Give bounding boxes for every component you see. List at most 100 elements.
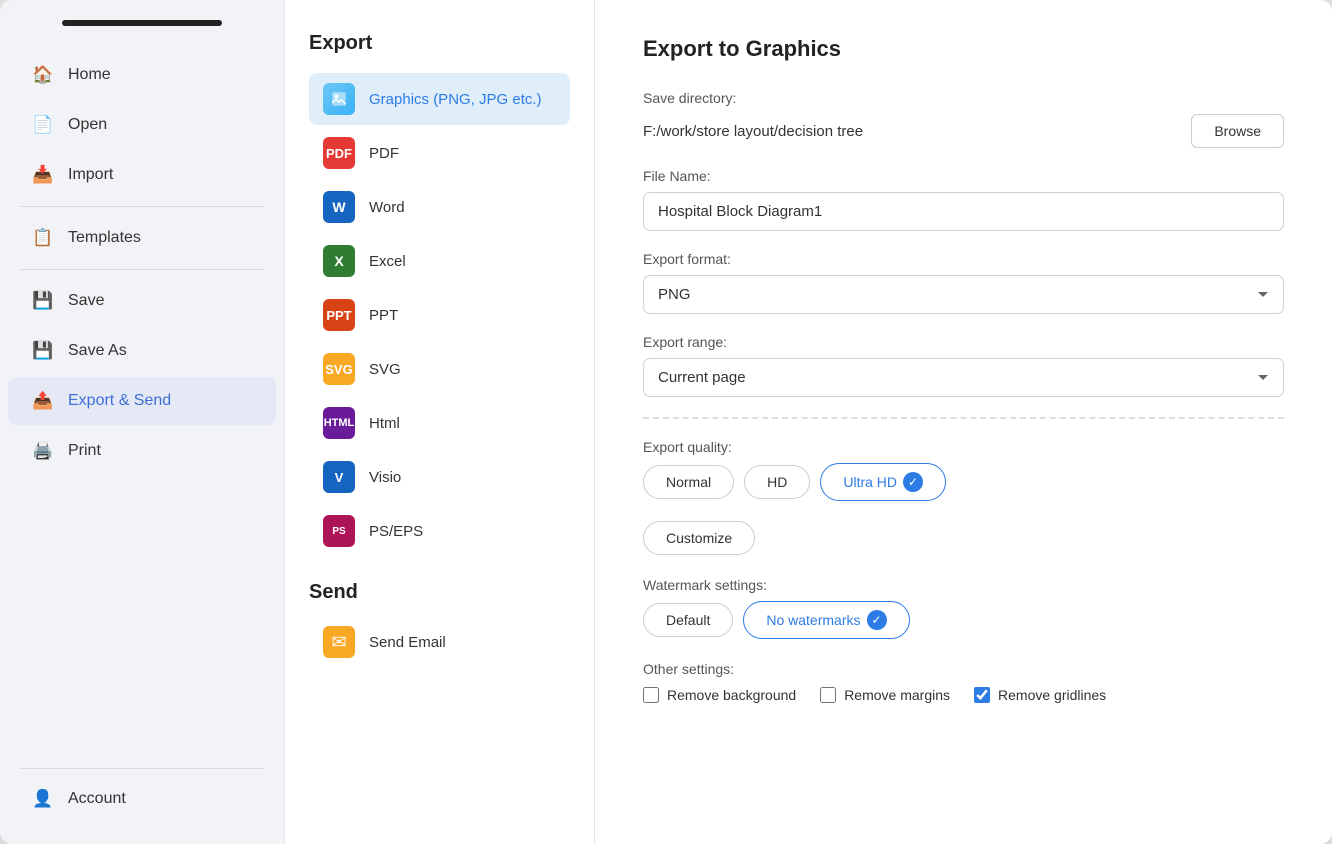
export-item-excel[interactable]: X Excel [309, 235, 570, 287]
remove-margins-label: Remove margins [844, 687, 950, 703]
watermark-none-button[interactable]: No watermarks ✓ [743, 601, 909, 639]
html-icon: HTML [323, 407, 355, 439]
sidebar-item-label: Templates [68, 229, 141, 247]
open-icon: 📄 [32, 114, 54, 136]
browse-button[interactable]: Browse [1191, 114, 1284, 148]
right-panel: Export to Graphics Save directory: F:/wo… [595, 0, 1332, 844]
export-range-select[interactable]: Current page All pages Selected pages [643, 358, 1284, 397]
quality-label: Ultra HD [843, 474, 897, 490]
remove-gridlines-checkbox[interactable] [974, 687, 990, 703]
export-item-html[interactable]: HTML Html [309, 397, 570, 449]
export-item-send-email[interactable]: ✉ Send Email [309, 616, 570, 668]
top-bar [62, 20, 222, 26]
sidebar-item-label: Import [68, 166, 113, 184]
remove-background-label: Remove background [667, 687, 796, 703]
export-item-label: PPT [369, 307, 398, 324]
customize-row: Customize [643, 511, 1284, 555]
email-icon: ✉ [323, 626, 355, 658]
sidebar-item-label: Account [68, 790, 126, 808]
account-icon: 👤 [32, 788, 54, 810]
sidebar-item-import[interactable]: 📥 Import [8, 151, 276, 199]
quality-label: HD [767, 474, 787, 490]
remove-gridlines-label: Remove gridlines [998, 687, 1106, 703]
sidebar-item-label: Print [68, 442, 101, 460]
remove-gridlines-item[interactable]: Remove gridlines [974, 687, 1106, 703]
watermark-label: Watermark settings: [643, 577, 1284, 593]
sidebar-item-label: Open [68, 116, 107, 134]
file-name-input[interactable] [643, 192, 1284, 231]
save-as-icon: 💾 [32, 340, 54, 362]
export-item-label: Visio [369, 469, 401, 486]
export-quality-label: Export quality: [643, 439, 1284, 455]
export-item-graphics[interactable]: Graphics (PNG, JPG etc.) [309, 73, 570, 125]
sidebar-item-account[interactable]: 👤 Account [8, 775, 276, 823]
watermark-default-button[interactable]: Default [643, 603, 733, 637]
remove-background-item[interactable]: Remove background [643, 687, 796, 703]
quality-options-row: Normal HD Ultra HD ✓ [643, 463, 1284, 501]
watermark-checkmark: ✓ [867, 610, 887, 630]
export-format-label: Export format: [643, 251, 1284, 267]
export-item-label: Graphics (PNG, JPG etc.) [369, 91, 542, 108]
export-item-svg[interactable]: SVG SVG [309, 343, 570, 395]
export-send-icon: 📤 [32, 390, 54, 412]
sidebar-item-export-send[interactable]: 📤 Export & Send [8, 377, 276, 425]
sidebar-item-print[interactable]: 🖨️ Print [8, 427, 276, 475]
export-item-label: PS/EPS [369, 523, 423, 540]
export-item-label: Word [369, 199, 405, 216]
sidebar-item-label: Export & Send [68, 392, 171, 410]
export-item-visio[interactable]: V Visio [309, 451, 570, 503]
export-item-pdf[interactable]: PDF PDF [309, 127, 570, 179]
pdf-icon: PDF [323, 137, 355, 169]
svg-icon: SVG [323, 353, 355, 385]
sidebar-item-label: Home [68, 66, 111, 84]
export-range-label: Export range: [643, 334, 1284, 350]
export-item-label: SVG [369, 361, 401, 378]
export-format-select[interactable]: PNG JPG BMP SVG TIFF [643, 275, 1284, 314]
remove-margins-checkbox[interactable] [820, 687, 836, 703]
quality-hd-button[interactable]: HD [744, 465, 810, 499]
export-item-label: PDF [369, 145, 399, 162]
sidebar-divider-2 [20, 269, 264, 270]
visio-icon: V [323, 461, 355, 493]
templates-icon: 📋 [32, 227, 54, 249]
sidebar: 🏠 Home 📄 Open 📥 Import 📋 Templates 💾 Sav… [0, 0, 285, 844]
export-section-title: Export [309, 32, 570, 55]
export-item-label: Html [369, 415, 400, 432]
customize-button[interactable]: Customize [643, 521, 755, 555]
quality-label: Normal [666, 474, 711, 490]
import-icon: 📥 [32, 164, 54, 186]
sidebar-item-save[interactable]: 💾 Save [8, 277, 276, 325]
sidebar-item-open[interactable]: 📄 Open [8, 101, 276, 149]
export-item-label: Send Email [369, 634, 446, 651]
middle-panel: Export Graphics (PNG, JPG etc.) PDF PDF … [285, 0, 595, 844]
watermark-options-row: Default No watermarks ✓ [643, 601, 1284, 639]
sidebar-item-label: Save [68, 292, 104, 310]
sidebar-bottom: 👤 Account [0, 762, 284, 824]
save-directory-label: Save directory: [643, 90, 1284, 106]
quality-normal-button[interactable]: Normal [643, 465, 734, 499]
remove-background-checkbox[interactable] [643, 687, 659, 703]
sidebar-item-templates[interactable]: 📋 Templates [8, 214, 276, 262]
app-window: 🏠 Home 📄 Open 📥 Import 📋 Templates 💾 Sav… [0, 0, 1332, 844]
section-divider [643, 417, 1284, 419]
pseps-icon: PS [323, 515, 355, 547]
remove-margins-item[interactable]: Remove margins [820, 687, 950, 703]
sidebar-item-home[interactable]: 🏠 Home [8, 51, 276, 99]
export-item-word[interactable]: W Word [309, 181, 570, 233]
graphics-icon [323, 83, 355, 115]
watermark-label-btn: No watermarks [766, 612, 860, 628]
send-section-title: Send [309, 581, 570, 604]
file-name-label: File Name: [643, 168, 1284, 184]
sidebar-divider [20, 206, 264, 207]
export-item-pseps[interactable]: PS PS/EPS [309, 505, 570, 557]
word-icon: W [323, 191, 355, 223]
sidebar-item-save-as[interactable]: 💾 Save As [8, 327, 276, 375]
quality-ultra-hd-button[interactable]: Ultra HD ✓ [820, 463, 946, 501]
home-icon: 🏠 [32, 64, 54, 86]
watermark-label-btn: Default [666, 612, 710, 628]
save-directory-row: F:/work/store layout/decision tree Brows… [643, 114, 1284, 148]
sidebar-item-label: Save As [68, 342, 127, 360]
ppt-icon: PPT [323, 299, 355, 331]
save-directory-value: F:/work/store layout/decision tree [643, 123, 1177, 140]
export-item-ppt[interactable]: PPT PPT [309, 289, 570, 341]
